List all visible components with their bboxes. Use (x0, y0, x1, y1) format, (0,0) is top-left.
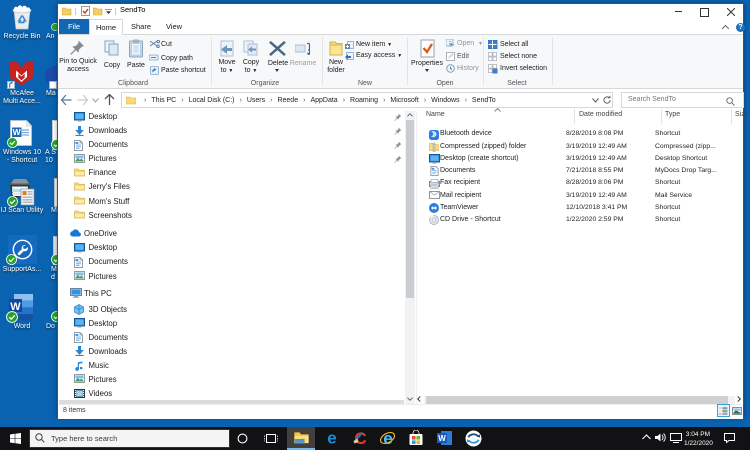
svg-text:e: e (383, 429, 392, 448)
svg-text:e: e (327, 429, 336, 447)
svg-text:C: C (354, 429, 366, 447)
svg-text:W: W (13, 127, 22, 137)
svg-text:W: W (438, 434, 446, 443)
